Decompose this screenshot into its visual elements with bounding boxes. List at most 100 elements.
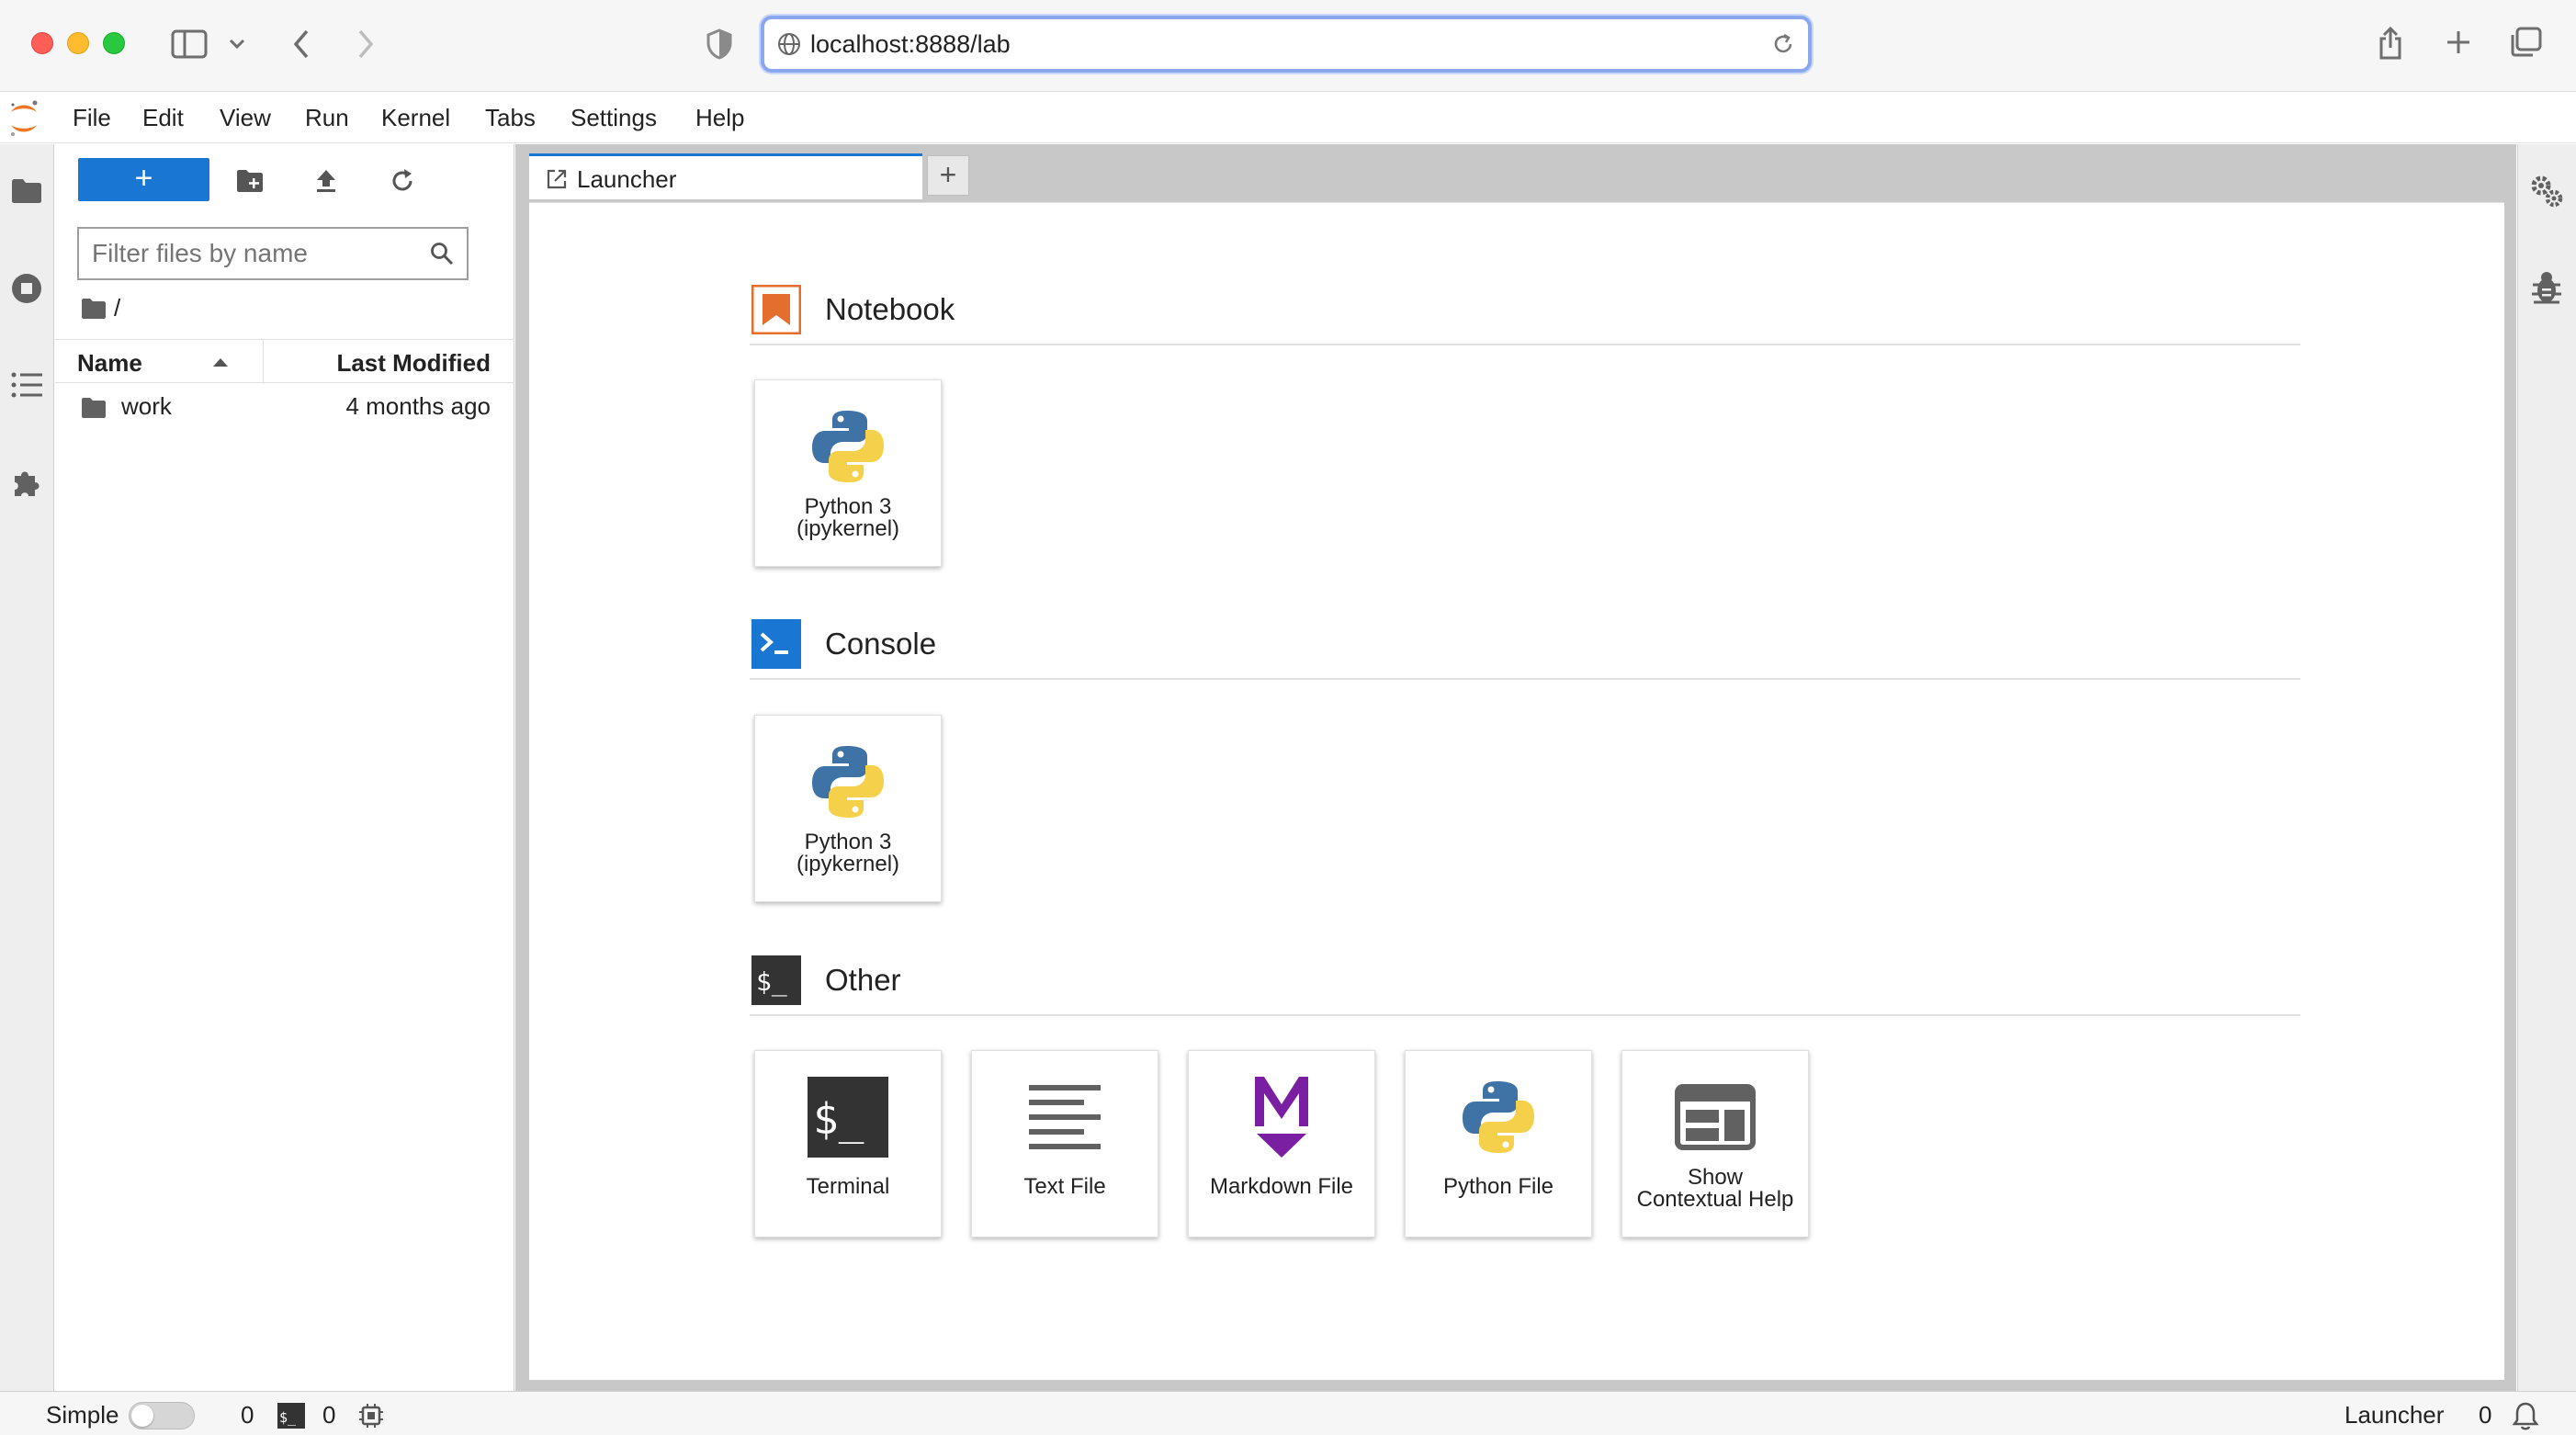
chevron-down-icon[interactable] [224, 31, 250, 57]
launcher-card-markdown-file[interactable]: Markdown File [1188, 1050, 1375, 1237]
card-label: Text File [1023, 1174, 1106, 1199]
tab-label: Launcher [577, 165, 677, 193]
launcher-tab-icon [547, 169, 567, 189]
privacy-shield-icon[interactable] [704, 26, 735, 62]
folder-icon [82, 298, 106, 319]
contextual-help-icon [1669, 1071, 1761, 1163]
launcher-panel: Notebook Python 3 (ipykernel) Console Pyt… [529, 202, 2504, 1380]
add-tab-button[interactable]: + [927, 155, 969, 196]
launcher-section-console: Console [750, 616, 2300, 680]
upload-icon[interactable] [308, 163, 345, 199]
tab-overview-icon[interactable] [2508, 26, 2543, 59]
debugger-bug-icon[interactable] [2527, 268, 2566, 307]
new-tab-icon[interactable] [2444, 28, 2473, 57]
launcher-card-python3-notebook[interactable]: Python 3 (ipykernel) [754, 379, 942, 567]
terminal-count[interactable]: 0 [322, 1401, 335, 1429]
svg-text:$_: $_ [813, 1094, 864, 1144]
card-label: Terminal [806, 1174, 890, 1199]
search-icon [431, 243, 454, 266]
window-close-button[interactable] [31, 32, 53, 54]
column-name-header[interactable]: Name [77, 349, 142, 378]
file-browser-panel: + / Name Last Modified work 4 months ago [55, 144, 514, 1391]
kernel-count[interactable]: 0 [241, 1401, 254, 1429]
globe-icon [778, 33, 800, 55]
launcher-card-python-file[interactable]: Python File [1405, 1050, 1592, 1237]
menu-kernel[interactable]: Kernel [381, 104, 450, 132]
main-dock-area: Launcher + Notebook Python 3 (ipykernel) … [515, 144, 2516, 1391]
menu-help[interactable]: Help [695, 104, 744, 132]
window-minimize-button[interactable] [67, 32, 89, 54]
python-logo-icon [802, 736, 894, 828]
column-divider[interactable] [263, 340, 264, 384]
launcher-card-terminal[interactable]: $_ Terminal [754, 1050, 942, 1237]
file-name[interactable]: work [121, 392, 172, 421]
menu-file[interactable]: File [73, 104, 111, 132]
tab-launcher[interactable]: Launcher [529, 153, 922, 199]
forward-icon[interactable] [351, 26, 380, 62]
simple-mode-toggle[interactable] [129, 1402, 195, 1429]
share-icon[interactable] [2376, 24, 2405, 62]
notebook-icon [751, 285, 801, 334]
breadcrumb[interactable]: / [81, 294, 120, 322]
current-tab-status: Launcher [2344, 1401, 2445, 1429]
table-of-contents-icon[interactable] [7, 366, 46, 404]
column-modified-header[interactable]: Last Modified [336, 349, 491, 378]
filter-files-field[interactable] [77, 227, 469, 280]
back-icon[interactable] [287, 26, 316, 62]
section-title: Console [825, 627, 937, 661]
right-activity-bar [2517, 144, 2576, 1391]
sort-ascending-icon[interactable] [213, 358, 228, 367]
folder-icon [82, 398, 106, 418]
browser-toolbar: localhost:8888/lab [0, 0, 2576, 92]
card-label: Python File [1442, 1174, 1554, 1199]
terminal-icon: $_ [802, 1071, 894, 1163]
console-icon [751, 619, 801, 669]
menu-edit[interactable]: Edit [142, 104, 184, 132]
toggle-knob [131, 1405, 153, 1427]
window-zoom-button[interactable] [103, 32, 125, 54]
new-launcher-button[interactable]: + [78, 158, 209, 201]
sidebar-toggle-icon[interactable] [171, 28, 208, 61]
section-title: Notebook [825, 292, 955, 326]
address-bar[interactable]: localhost:8888/lab [761, 16, 1812, 73]
property-inspector-gears-icon[interactable] [2527, 172, 2566, 210]
file-list-header: Name Last Modified [55, 339, 514, 384]
launcher-card-text-file[interactable]: Text File [971, 1050, 1158, 1237]
running-sessions-icon[interactable] [7, 269, 46, 308]
card-label: Python 3 (ipykernel) [796, 494, 900, 541]
svg-text:$_: $_ [756, 966, 787, 998]
svg-text:$_: $_ [279, 1409, 297, 1426]
terminal-section-icon: $_ [751, 955, 801, 1005]
python-logo-icon [802, 401, 894, 492]
filter-files-input[interactable] [92, 238, 413, 269]
left-activity-bar [0, 144, 54, 1391]
kernel-usage-icon[interactable] [358, 1403, 384, 1429]
reload-icon[interactable] [1771, 32, 1795, 56]
menu-tabs[interactable]: Tabs [485, 104, 536, 132]
menu-bar: File Edit View Run Kernel Tabs Settings … [0, 93, 2576, 143]
menu-settings[interactable]: Settings [571, 104, 657, 132]
notification-count[interactable]: 0 [2479, 1401, 2491, 1429]
file-browser-folder-icon[interactable] [7, 172, 46, 210]
section-title: Other [825, 963, 901, 997]
terminal-status-icon[interactable]: $_ [277, 1403, 305, 1429]
launcher-section-notebook: Notebook [750, 281, 2300, 345]
bell-icon[interactable] [2512, 1401, 2539, 1430]
card-label: Markdown File [1209, 1174, 1354, 1199]
launcher-card-contextual-help[interactable]: Show Contextual Help [1621, 1050, 1809, 1237]
file-row[interactable]: work 4 months ago [55, 387, 514, 427]
file-modified: 4 months ago [345, 392, 491, 420]
breadcrumb-root[interactable]: / [114, 294, 120, 322]
simple-mode-label: Simple [46, 1401, 119, 1429]
python-logo-icon [1452, 1071, 1544, 1163]
menu-view[interactable]: View [220, 104, 271, 132]
markdown-icon [1236, 1071, 1328, 1163]
new-folder-icon[interactable] [232, 163, 268, 199]
menu-run[interactable]: Run [305, 104, 349, 132]
launcher-card-python3-console[interactable]: Python 3 (ipykernel) [754, 715, 942, 902]
refresh-icon[interactable] [384, 163, 421, 199]
launcher-section-other: $_ Other [750, 952, 2300, 1016]
extension-manager-icon[interactable] [7, 463, 46, 502]
status-bar: Simple 0 $_ 0 Launcher 0 [0, 1391, 2576, 1435]
url-text: localhost:8888/lab [810, 30, 1011, 58]
